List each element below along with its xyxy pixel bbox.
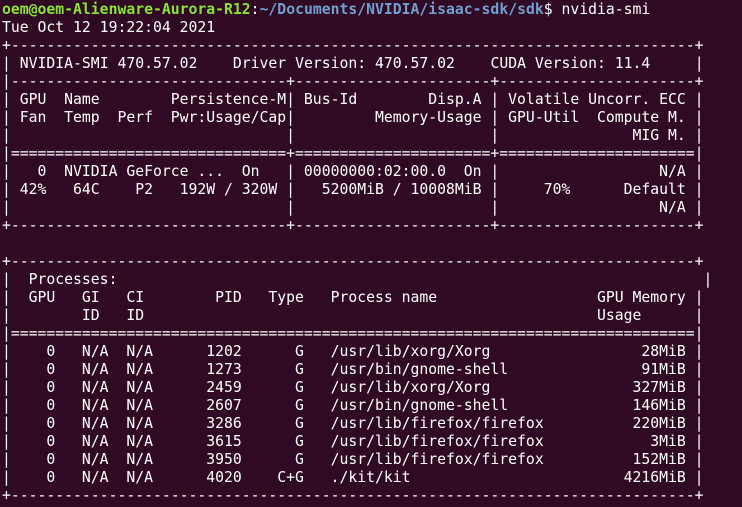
process-row: | 0 N/A N/A 4020 C+G ./kit/kit 4216MiB | (2, 469, 704, 486)
process-col-header-2: | ID ID Usage | (2, 307, 704, 324)
gpu-col-header-1: | GPU Name Persistence-M| Bus-Id Disp.A … (2, 91, 704, 108)
prompt-symbol: $ (543, 1, 562, 18)
prompt-command: nvidia-smi (561, 1, 651, 18)
table-border-bottom: +-------------------------------+-------… (2, 217, 704, 234)
prompt-user-host: oem@oem-Alienware-Aurora-R12 (2, 1, 251, 18)
table-border-mid: |-------------------------------+-------… (2, 73, 704, 90)
smi-version: NVIDIA-SMI 470.57.02 (19, 55, 198, 72)
timestamp-line: Tue Oct 12 19:22:04 2021 (2, 19, 216, 36)
process-border-bottom: +---------------------------------------… (2, 487, 704, 504)
driver-version: Driver Version: 470.57.02 (232, 55, 455, 72)
process-row: | 0 N/A N/A 3286 G /usr/lib/firefox/fire… (2, 415, 704, 432)
prompt-separator: : (250, 1, 260, 18)
gpu-row-3: | | | N/A | (2, 199, 704, 216)
process-row: | 0 N/A N/A 2607 G /usr/bin/gnome-shell … (2, 397, 704, 414)
cuda-version: CUDA Version: 11.4 (490, 55, 651, 72)
prompt-path: ~/Documents/NVIDIA/isaac-sdk/sdk (259, 1, 544, 18)
process-separator: |=======================================… (2, 325, 704, 342)
process-col-header-1: | GPU GI CI PID Type Process name GPU Me… (2, 289, 704, 306)
process-row: | 0 N/A N/A 1273 G /usr/bin/gnome-shell … (2, 361, 704, 378)
gpu-col-header-2: | Fan Temp Perf Pwr:Usage/Cap| Memory-Us… (2, 109, 704, 126)
gpu-col-header-3: | | | MIG M. | (2, 127, 704, 144)
process-row: | 0 N/A N/A 2459 G /usr/lib/xorg/Xorg 32… (2, 379, 704, 396)
process-row: | 0 N/A N/A 1202 G /usr/lib/xorg/Xorg 28… (2, 343, 704, 360)
processes-title: | Processes: | (2, 271, 713, 288)
terminal-window[interactable]: { "prompt": { "user_host": "oem@oem-Alie… (0, 0, 742, 507)
gpu-row-1: | 0 NVIDIA GeForce ... On | 00000000:02:… (2, 163, 704, 180)
table-border-top: +---------------------------------------… (2, 37, 704, 54)
gpu-row-2: | 42% 64C P2 192W / 320W | 5200MiB / 100… (2, 181, 704, 198)
process-row: | 0 N/A N/A 3615 G /usr/lib/firefox/fire… (2, 433, 704, 450)
version-header-row: | NVIDIA-SMI 470.57.02 Driver Version: 4… (2, 55, 704, 72)
prompt-line: oem@oem-Alienware-Aurora-R12:~/Documents… (2, 1, 712, 19)
terminal-output: oem@oem-Alienware-Aurora-R12:~/Documents… (2, 1, 712, 505)
process-border-top: +---------------------------------------… (2, 253, 704, 270)
table-separator: |===============================+=======… (2, 145, 704, 162)
process-row: | 0 N/A N/A 3950 G /usr/lib/firefox/fire… (2, 451, 704, 468)
